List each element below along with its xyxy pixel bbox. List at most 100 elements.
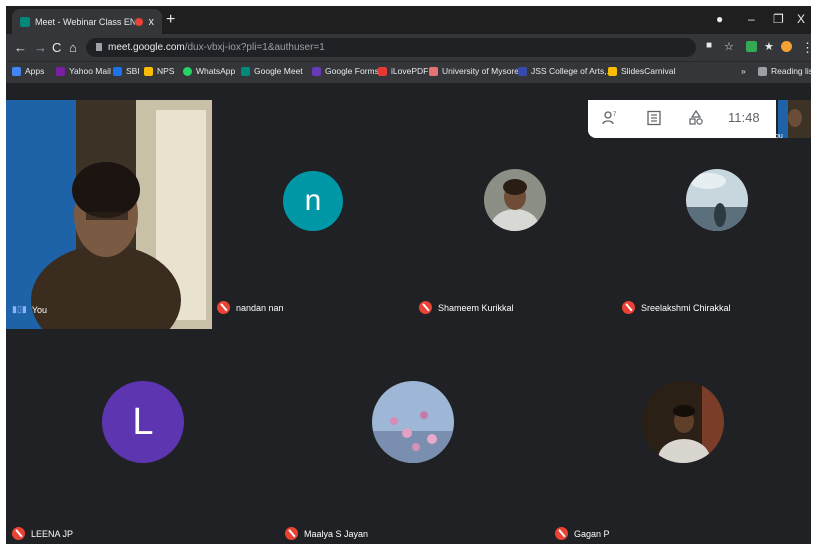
bookmark-label: Apps [25, 66, 45, 76]
self-video-icon [6, 100, 212, 329]
google-forms-icon [312, 66, 321, 76]
bookmark-label: University of Mysore [442, 66, 519, 76]
people-icon[interactable]: 7 [602, 110, 618, 126]
slidescarnival-icon [608, 66, 617, 76]
close-window-button[interactable]: X [797, 12, 805, 26]
bookmark-label: Google Forms [325, 66, 379, 76]
bookmarks-bar: Apps Yahoo Mail SBI NPS WhatsApp Google … [6, 61, 811, 83]
reload-icon[interactable]: C [52, 40, 61, 55]
back-icon[interactable]: ← [14, 40, 27, 55]
meet-favicon-icon [20, 16, 30, 27]
bookmark-label: SBI [126, 66, 140, 76]
url-path: /dux-vbxj-iox?pli=1&authuser=1 [184, 42, 325, 53]
self-mini-label: You [771, 133, 783, 140]
participant-photo [484, 169, 546, 231]
bookmark-label: iLovePDF [391, 66, 429, 76]
mic-off-icon [285, 527, 298, 540]
self-label: ▮▯▮ You [12, 304, 47, 315]
tab-bar: Meet - Webinar Class END ( x + ● – ❐ X [6, 6, 811, 34]
lock-icon [96, 43, 102, 52]
bookmark-label: Google Meet [254, 66, 303, 76]
participant-photo-icon [686, 169, 748, 231]
meet-grid: ▮▯▮ You 7 11:48 You n nandan nan Shameem… [6, 83, 811, 544]
participant-photo-icon [642, 381, 724, 463]
bookmark-item[interactable]: SBI [113, 66, 140, 76]
bookmark-item[interactable]: JSS College of Arts,... [518, 66, 614, 76]
extension-icon[interactable] [746, 41, 757, 52]
avatar-initial: n [304, 184, 322, 217]
sbi-icon [113, 66, 122, 76]
bookmark-star-icon[interactable]: ☆ [724, 40, 734, 53]
mic-off-icon [419, 301, 432, 314]
participant-name: Sreelakshmi Chirakkal [641, 302, 731, 313]
recording-dot-icon [134, 17, 143, 26]
avatar: L [102, 381, 184, 463]
forward-icon[interactable]: → [34, 40, 47, 55]
more-bookmarks-icon[interactable]: » [741, 66, 746, 76]
url-field[interactable]: meet.google.com/dux-vbxj-iox?pli=1&authu… [86, 38, 696, 57]
bookmark-item[interactable]: iLovePDF [378, 66, 428, 76]
bookmark-label: Yahoo Mail [69, 66, 111, 76]
avatar: n [283, 171, 343, 231]
meeting-clock: 11:48 [728, 110, 760, 125]
participant-label: Gagan P [555, 527, 610, 540]
self-name: You [31, 304, 48, 315]
svg-text:7: 7 [613, 112, 617, 118]
participant-label: LEENA JP [12, 527, 73, 540]
university-icon [429, 66, 438, 76]
bookmark-item[interactable]: Google Meet [241, 66, 303, 76]
participant-label: Sreelakshmi Chirakkal [622, 301, 731, 314]
bookmark-label: WhatsApp [196, 66, 236, 76]
participant-label: nandan nan [217, 301, 284, 314]
google-meet-icon [241, 66, 250, 76]
reading-list-button[interactable]: Reading list [758, 66, 811, 76]
tab-title: Meet - Webinar Class END ( [35, 16, 135, 27]
participant-name: LEENA JP [31, 528, 74, 539]
bookmark-item[interactable]: University of Mysore [429, 66, 519, 76]
participant-photo [642, 381, 724, 463]
bookmark-label: JSS College of Arts,... [531, 66, 614, 76]
participant-name: nandan nan [236, 302, 284, 313]
camera-icon[interactable]: ■ [706, 40, 712, 51]
tab-meet[interactable]: Meet - Webinar Class END ( x [12, 9, 162, 34]
participant-photo [372, 381, 454, 463]
reading-list-label: Reading list [771, 66, 811, 76]
participant-label: Shameem Kurikkal [419, 301, 514, 314]
url-domain: meet.google.com [108, 42, 185, 53]
bookmark-item[interactable]: Google Forms [312, 66, 379, 76]
restore-button[interactable]: ❐ [773, 12, 784, 26]
new-tab-button[interactable]: + [166, 11, 175, 29]
participant-label: Maalya S Jayan [285, 527, 368, 540]
self-video-tile[interactable]: ▮▯▮ You [6, 100, 212, 329]
college-icon [518, 66, 527, 76]
menu-kebab-icon[interactable]: ⋮ [801, 40, 811, 56]
bookmark-item[interactable]: SlidesCarnival [608, 66, 675, 76]
home-icon[interactable]: ⌂ [69, 40, 77, 55]
apps-grid-icon [12, 66, 21, 76]
self-mini-name: You [771, 133, 783, 140]
mic-off-icon [622, 301, 635, 314]
bookmark-item[interactable]: NPS [144, 66, 174, 76]
mic-off-icon [12, 527, 25, 540]
browser-window: Meet - Webinar Class END ( x + ● – ❐ X ←… [6, 6, 811, 544]
participant-photo-icon [372, 381, 454, 463]
participant-name: Shameem Kurikkal [438, 302, 514, 313]
extensions-puzzle-icon[interactable]: ★ [764, 40, 774, 53]
mic-active-icon: ▮▯▮ [12, 304, 27, 314]
bookmark-label: NPS [157, 66, 175, 76]
participant-photo [686, 169, 748, 231]
chat-icon[interactable] [646, 110, 662, 126]
bookmark-item[interactable]: Apps [12, 66, 44, 76]
ilovepdf-icon [378, 66, 387, 76]
bookmark-item[interactable]: Yahoo Mail [56, 66, 111, 76]
address-bar-row: ← → C ⌂ meet.google.com/dux-vbxj-iox?pli… [6, 34, 811, 61]
bookmark-item[interactable]: WhatsApp [183, 66, 235, 76]
profile-avatar-icon[interactable] [781, 41, 792, 52]
minimize-button[interactable]: – [748, 12, 755, 26]
tab-close-button[interactable]: x [149, 16, 155, 28]
nps-icon [144, 66, 153, 76]
activities-icon[interactable] [688, 110, 704, 126]
participant-name: Gagan P [574, 528, 610, 539]
profile-icon[interactable]: ● [716, 12, 723, 26]
bookmark-label: SlidesCarnival [621, 66, 676, 76]
